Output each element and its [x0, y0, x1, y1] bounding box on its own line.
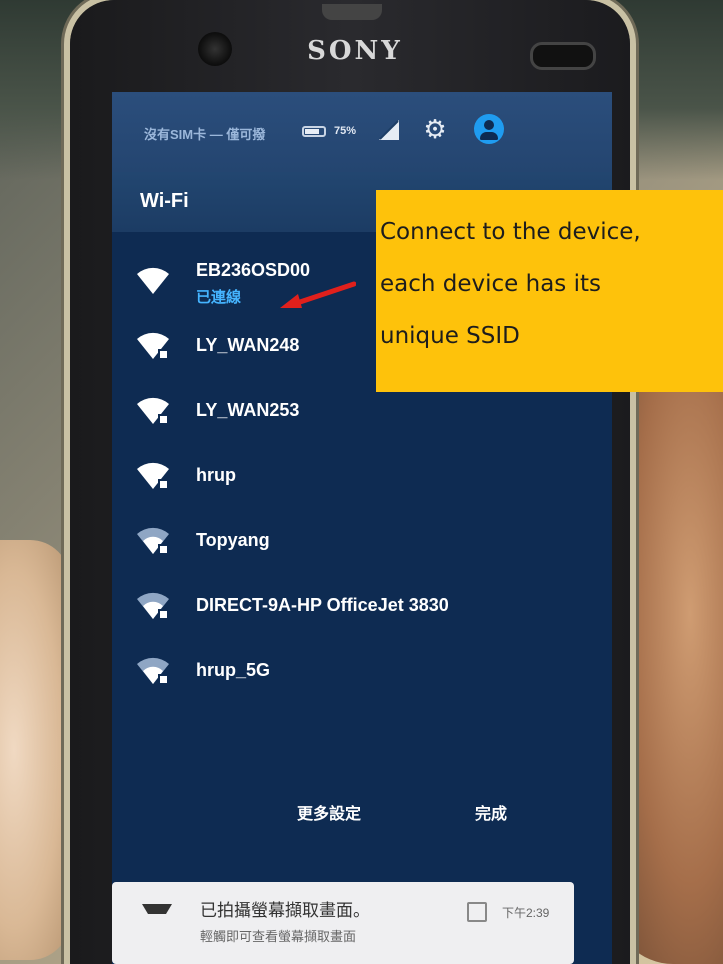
network-ssid: LY_WAN248 [196, 335, 300, 355]
battery-percent: 75% [334, 125, 357, 137]
carrier-text: 沒有SIM卡 — 僅可撥 [144, 127, 266, 142]
callout-annotation: Connect to the device, each device has i… [376, 190, 723, 392]
notification-time: 下午2:39 [502, 906, 550, 920]
screenshot-notification[interactable]: 已拍攝螢幕擷取畫面。 輕觸即可查看螢幕擷取畫面 下午2:39 [112, 882, 574, 964]
network-item[interactable]: DIRECT-9A-HP OfficeJet 3830 [112, 577, 612, 642]
notification-subtitle: 輕觸即可查看螢幕擷取畫面 [200, 929, 357, 944]
wifi-full-icon [137, 267, 169, 294]
checkbox-icon [467, 902, 487, 922]
proximity-sensor [530, 42, 596, 70]
battery-icon [302, 126, 326, 137]
phone-body: SONY 沒有SIM卡 — 僅可撥 75% ⚙ Wi-Fi EB236OSD00… [70, 0, 630, 964]
wifi-locked-icon [137, 332, 169, 359]
wifi-title: Wi-Fi [140, 190, 189, 212]
connection-status: 已連線 [196, 289, 242, 306]
wifi-locked-icon [137, 462, 169, 489]
account-icon[interactable] [474, 114, 504, 144]
signal-icon [379, 120, 399, 140]
status-bar: 沒有SIM卡 — 僅可撥 75% ⚙ [112, 92, 612, 172]
red-arrow-annotation [280, 281, 356, 308]
front-camera [198, 32, 232, 66]
callout-line: each device has its [380, 271, 601, 297]
screenshot-icon [142, 904, 172, 914]
wifi-weak-locked-icon [137, 592, 169, 619]
network-ssid: DIRECT-9A-HP OfficeJet 3830 [196, 595, 449, 615]
network-ssid: hrup_5G [196, 660, 271, 680]
wifi-weak-locked-icon [137, 527, 169, 554]
earpiece [322, 4, 382, 20]
done-button[interactable]: 完成 [475, 800, 507, 824]
network-ssid: LY_WAN253 [196, 400, 300, 420]
network-item[interactable]: hrup_5G [112, 642, 612, 707]
network-ssid: EB236OSD00 [196, 260, 311, 280]
callout-line: Connect to the device, [380, 219, 641, 245]
network-ssid: hrup [196, 465, 236, 485]
notification-title: 已拍攝螢幕擷取畫面。 [200, 901, 370, 920]
callout-line: unique SSID [380, 323, 520, 349]
dialog-actions: 更多設定 完成 [112, 786, 612, 836]
wifi-locked-icon [137, 397, 169, 424]
gear-icon[interactable]: ⚙ [422, 116, 448, 142]
wifi-weak-locked-icon [137, 657, 169, 684]
more-settings-button[interactable]: 更多設定 [297, 800, 361, 824]
hand-left [0, 540, 70, 960]
network-ssid: Topyang [196, 530, 270, 550]
network-item[interactable]: hrup [112, 447, 612, 512]
network-item[interactable]: Topyang [112, 512, 612, 577]
phone-brand-logo: SONY [307, 36, 403, 66]
